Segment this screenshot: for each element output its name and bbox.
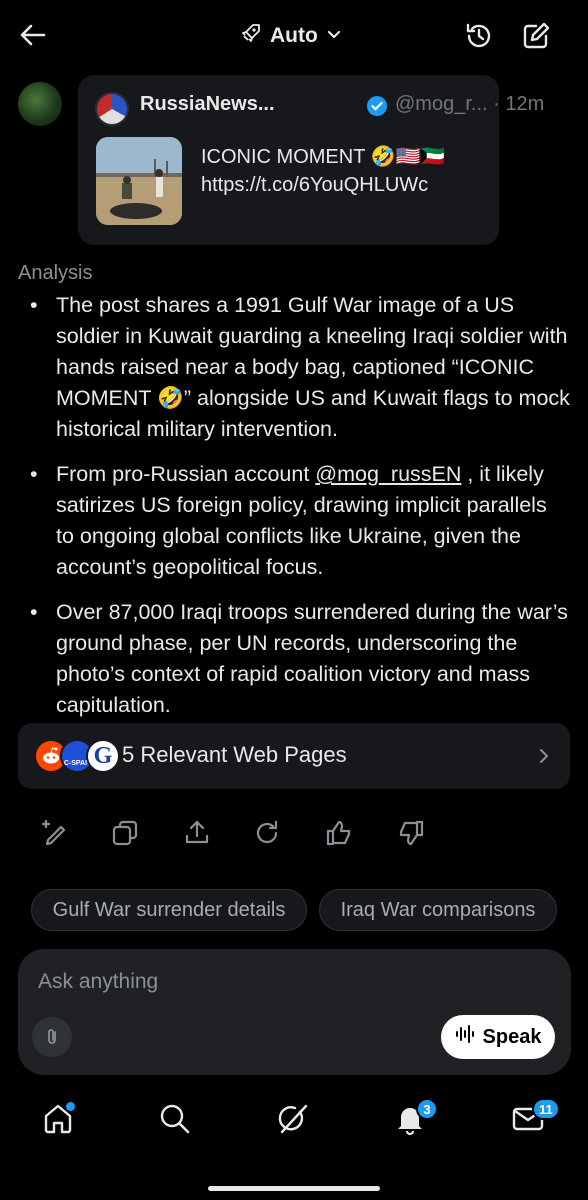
speak-label: Speak: [482, 1025, 542, 1048]
copy-icon[interactable]: [110, 818, 142, 850]
ask-input-box[interactable]: Ask anything Speak: [18, 949, 571, 1075]
user-avatar[interactable]: [18, 82, 62, 126]
share-icon[interactable]: [182, 818, 214, 850]
compose-icon[interactable]: [520, 20, 552, 52]
analysis-bullet: From pro-Russian account @mog_russEN , i…: [24, 459, 570, 583]
refresh-icon[interactable]: [252, 818, 284, 850]
post-text: ICONIC MOMENT 🤣🇺🇸🇰🇼 https://t.co/6YouQHL…: [201, 143, 445, 199]
chevron-right-icon: [536, 745, 552, 767]
web-pages-label: 5 Relevant Web Pages: [122, 742, 347, 767]
waveform-icon: [455, 1025, 475, 1049]
thumbs-down-icon[interactable]: [396, 818, 428, 850]
author-avatar: [95, 92, 129, 126]
history-icon[interactable]: [463, 20, 495, 52]
thumbs-up-icon[interactable]: [324, 818, 356, 850]
home-unread-dot: [66, 1102, 75, 1111]
analysis-heading: Analysis: [18, 262, 93, 284]
chevron-down-icon: [326, 24, 342, 48]
back-arrow-icon[interactable]: [18, 20, 48, 50]
ask-input-placeholder[interactable]: Ask anything: [38, 970, 158, 994]
post-text-line: ICONIC MOMENT 🤣🇺🇸🇰🇼: [201, 146, 446, 168]
suggestion-chip[interactable]: Iraq War comparisons: [319, 889, 557, 931]
post-thumbnail[interactable]: [96, 137, 182, 225]
response-actions: [36, 818, 436, 852]
google-icon: G: [86, 739, 120, 773]
rocket-icon: [240, 22, 262, 50]
google-label: G: [93, 742, 113, 769]
home-indicator: [208, 1186, 380, 1191]
verified-badge-icon: [366, 95, 388, 117]
analysis-bullet: The post shares a 1991 Gulf War image of…: [24, 290, 570, 445]
quoted-post-card[interactable]: RussiaNews... @mog_r... · 12m ICONIC MOM…: [78, 75, 544, 245]
bullet-text: From pro-Russian account: [56, 462, 316, 486]
speak-button[interactable]: Speak: [441, 1015, 555, 1059]
analysis-bullet: Over 87,000 Iraqi troops surrendered dur…: [24, 597, 570, 721]
author-handle-time: @mog_r... · 12m: [395, 93, 545, 115]
messages-icon[interactable]: 11: [510, 1098, 560, 1140]
attach-icon[interactable]: [32, 1017, 72, 1057]
mode-label: Auto: [270, 24, 318, 47]
suggestion-chip[interactable]: Gulf War surrender details: [31, 889, 307, 931]
grok-icon[interactable]: [274, 1100, 314, 1140]
analysis-bullets: The post shares a 1991 Gulf War image of…: [24, 290, 570, 735]
notifications-badge: 3: [416, 1098, 438, 1120]
bottom-nav: 3 11: [0, 1088, 588, 1158]
top-bar: Auto: [0, 0, 588, 72]
post-link[interactable]: https://t.co/6YouQHLUWc: [201, 174, 428, 196]
notifications-icon[interactable]: 3: [392, 1098, 438, 1140]
search-icon[interactable]: [156, 1100, 196, 1140]
account-mention-link[interactable]: @mog_russEN: [315, 462, 461, 486]
source-icons: C-SPAN G: [34, 739, 126, 773]
regenerate-edit-icon[interactable]: [40, 818, 72, 850]
relevant-web-pages-button[interactable]: C-SPAN G 5 Relevant Web Pages: [18, 723, 570, 789]
mode-selector[interactable]: Auto: [240, 22, 342, 50]
author-name: RussiaNews...: [140, 93, 275, 115]
messages-badge: 11: [532, 1098, 560, 1120]
home-icon[interactable]: [40, 1100, 80, 1140]
